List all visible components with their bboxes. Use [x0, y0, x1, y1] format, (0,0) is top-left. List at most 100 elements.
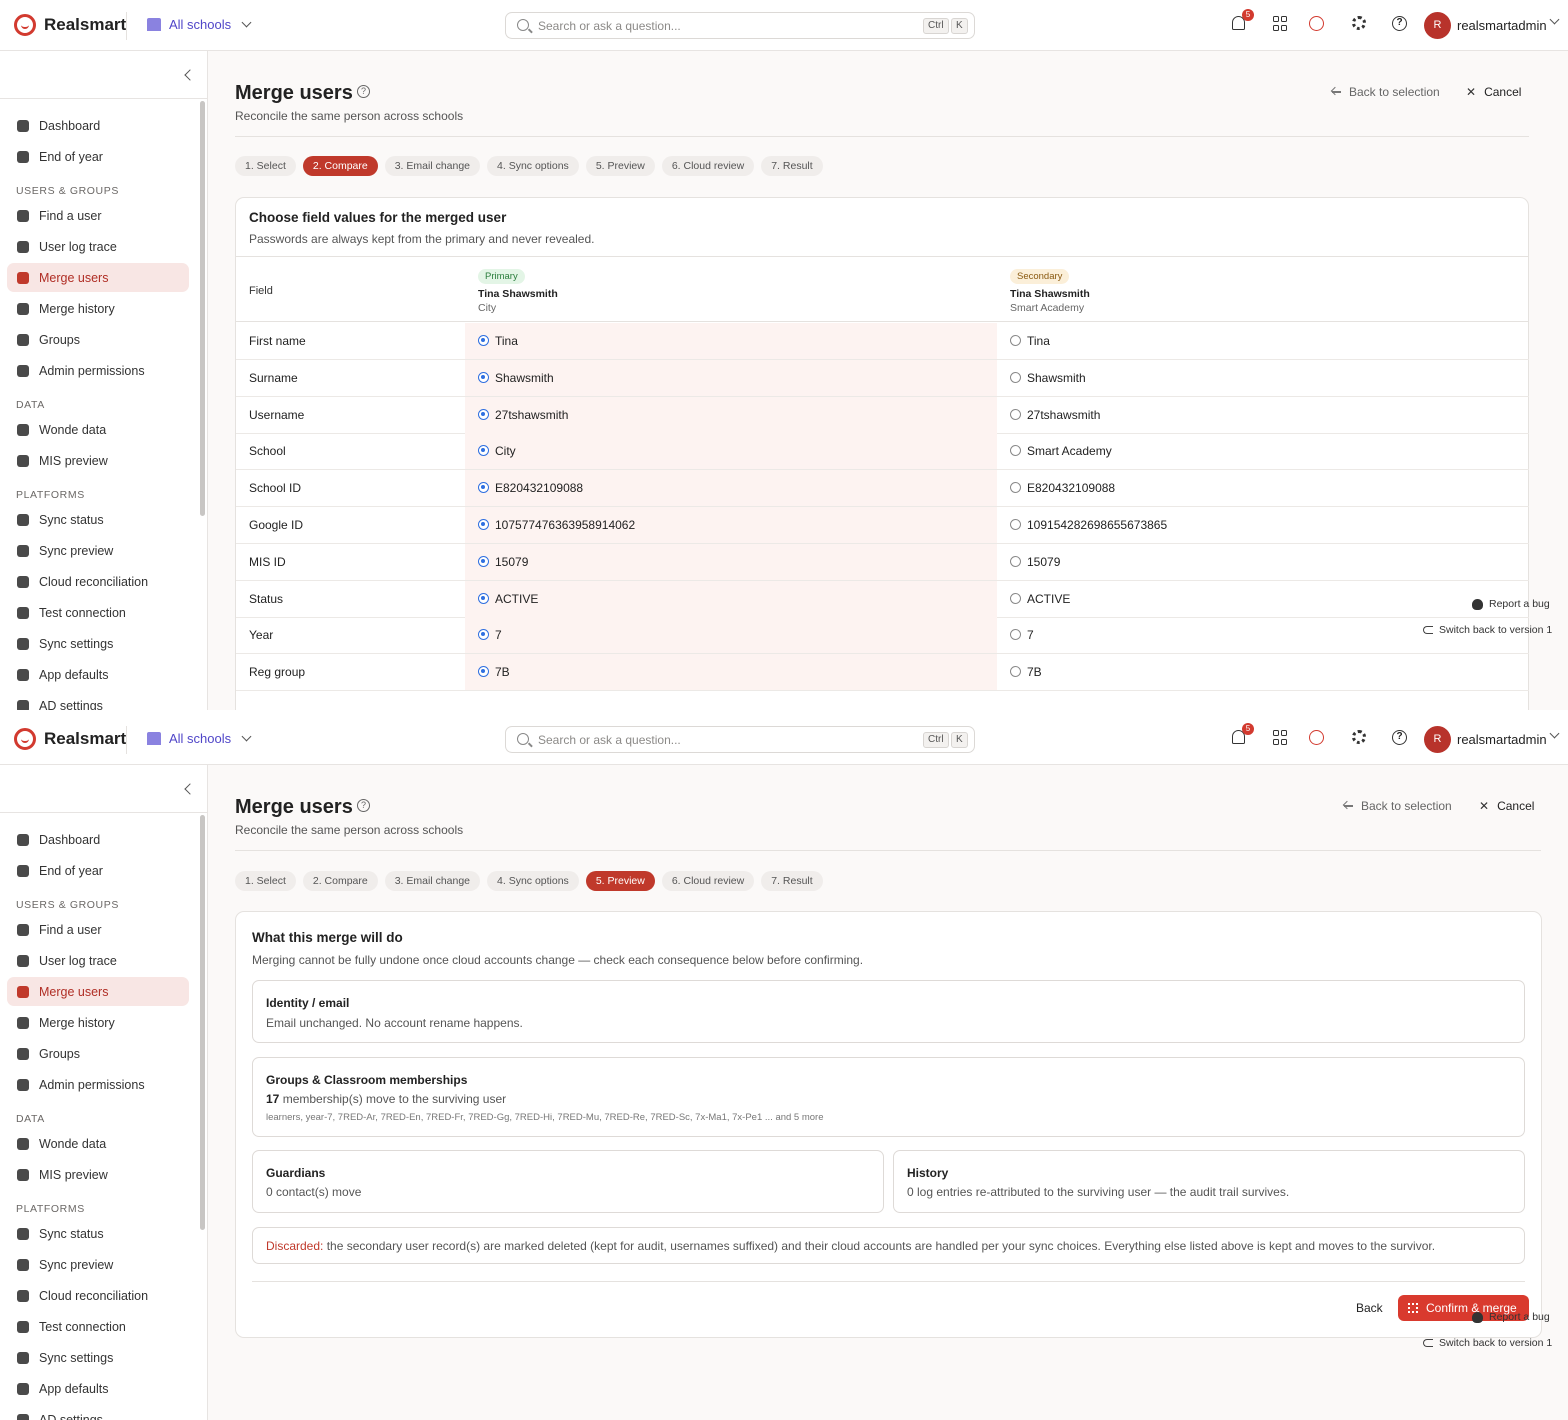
- sidebar-item-app-defaults[interactable]: App defaults: [7, 1374, 189, 1403]
- sidebar-item-merge-users[interactable]: Merge users: [7, 263, 189, 292]
- step-compare[interactable]: 2. Compare: [302, 156, 378, 176]
- step-result[interactable]: 7. Result: [761, 156, 823, 176]
- secondary-radio[interactable]: [1010, 555, 1021, 567]
- avatar[interactable]: R: [1424, 12, 1451, 39]
- user-name[interactable]: realsmartadmin: [1457, 732, 1547, 747]
- help-icon[interactable]: ?: [1392, 16, 1407, 31]
- primary-radio[interactable]: [478, 629, 489, 641]
- secondary-radio[interactable]: [1010, 408, 1021, 420]
- sidebar-item-end-of-year[interactable]: End of year: [7, 856, 189, 885]
- back-to-selection-link[interactable]: Back to selection: [1332, 85, 1440, 99]
- sidebar-item-sync-status[interactable]: Sync status: [7, 1219, 189, 1248]
- switch-version-button[interactable]: Switch back to version 1: [1423, 624, 1552, 636]
- sidebar-scrollbar[interactable]: [200, 101, 205, 516]
- primary-radio[interactable]: [478, 335, 489, 346]
- sidebar-item-dashboard[interactable]: Dashboard: [7, 111, 189, 140]
- primary-cell[interactable]: Tina: [465, 323, 997, 359]
- primary-radio[interactable]: [478, 519, 489, 530]
- sidebar-item-sync-status[interactable]: Sync status: [7, 505, 189, 534]
- sidebar-item-wonde-data[interactable]: Wonde data: [7, 1129, 189, 1158]
- help-circle-icon[interactable]: ?: [357, 85, 370, 98]
- back-to-selection-link[interactable]: Back to selection: [1344, 799, 1452, 813]
- step-email-change[interactable]: 3. Email change: [384, 156, 481, 176]
- sidebar-item-ad-settings[interactable]: AD settings: [7, 1405, 189, 1420]
- report-bug-button[interactable]: Report a bug: [1472, 598, 1550, 610]
- sidebar-item-user-log-trace[interactable]: User log trace: [7, 232, 189, 261]
- secondary-radio[interactable]: [1010, 666, 1021, 678]
- sidebar-item-sync-preview[interactable]: Sync preview: [7, 536, 189, 565]
- primary-radio[interactable]: [478, 555, 489, 567]
- search-bar[interactable]: Ctrl K: [505, 726, 975, 753]
- step-preview[interactable]: 5. Preview: [585, 156, 655, 176]
- back-button[interactable]: Back: [1356, 1301, 1383, 1315]
- sidebar-item-end-of-year[interactable]: End of year: [7, 142, 189, 171]
- sidebar-item-groups[interactable]: Groups: [7, 325, 189, 354]
- search-input[interactable]: [538, 17, 908, 35]
- secondary-radio[interactable]: [1010, 371, 1021, 383]
- primary-cell[interactable]: Shawsmith: [465, 359, 997, 396]
- logo[interactable]: Realsmart: [14, 14, 126, 36]
- user-menu-chevron-icon[interactable]: [1549, 14, 1560, 25]
- sidebar-item-mis-preview[interactable]: MIS preview: [7, 446, 189, 475]
- sidebar-item-find-user[interactable]: Find a user: [7, 915, 189, 944]
- apps-grid-icon[interactable]: [1273, 730, 1289, 746]
- sidebar-item-admin-permissions[interactable]: Admin permissions: [7, 356, 189, 385]
- step-select[interactable]: 1. Select: [235, 871, 296, 891]
- globe-icon[interactable]: [1309, 16, 1324, 31]
- sidebar-scrollbar[interactable]: [200, 815, 205, 1230]
- secondary-radio[interactable]: [1010, 629, 1021, 641]
- step-sync-options[interactable]: 4. Sync options: [487, 156, 579, 176]
- step-compare[interactable]: 2. Compare: [302, 871, 378, 891]
- sidebar-item-app-defaults[interactable]: App defaults: [7, 660, 189, 689]
- primary-radio[interactable]: [478, 371, 489, 383]
- sidebar-item-sync-preview[interactable]: Sync preview: [7, 1250, 189, 1279]
- sidebar-item-ad-settings[interactable]: AD settings: [7, 691, 189, 710]
- gear-icon[interactable]: [1352, 730, 1366, 744]
- step-email-change[interactable]: 3. Email change: [384, 871, 481, 891]
- primary-cell[interactable]: 7: [465, 617, 997, 654]
- sidebar-item-cloud-reconciliation[interactable]: Cloud reconciliation: [7, 1281, 189, 1310]
- sidebar-item-groups[interactable]: Groups: [7, 1039, 189, 1068]
- globe-icon[interactable]: [1309, 730, 1324, 745]
- help-icon[interactable]: ?: [1392, 730, 1407, 745]
- gear-icon[interactable]: [1352, 16, 1366, 30]
- avatar[interactable]: R: [1424, 726, 1451, 753]
- step-cloud-review[interactable]: 6. Cloud review: [661, 871, 755, 891]
- user-name[interactable]: realsmartadmin: [1457, 18, 1547, 33]
- search-input[interactable]: [538, 731, 908, 749]
- help-circle-icon[interactable]: ?: [357, 799, 370, 812]
- search-bar[interactable]: Ctrl K: [505, 12, 975, 39]
- step-sync-options[interactable]: 4. Sync options: [487, 871, 579, 891]
- sidebar-item-cloud-reconciliation[interactable]: Cloud reconciliation: [7, 567, 189, 596]
- collapse-sidebar-icon[interactable]: [184, 69, 196, 81]
- primary-radio[interactable]: [478, 482, 489, 494]
- primary-cell[interactable]: ACTIVE: [465, 580, 997, 617]
- primary-radio[interactable]: [478, 666, 489, 678]
- sidebar-item-user-log-trace[interactable]: User log trace: [7, 946, 189, 975]
- sidebar-item-test-connection[interactable]: Test connection: [7, 598, 189, 627]
- apps-grid-icon[interactable]: [1273, 16, 1289, 32]
- sidebar-item-test-connection[interactable]: Test connection: [7, 1312, 189, 1341]
- primary-cell[interactable]: 7B: [465, 654, 997, 691]
- primary-cell[interactable]: 107577476363958914062: [465, 507, 997, 543]
- sidebar-item-merge-history[interactable]: Merge history: [7, 294, 189, 323]
- sidebar-item-find-user[interactable]: Find a user: [7, 201, 189, 230]
- logo[interactable]: Realsmart: [14, 728, 126, 750]
- sidebar-item-merge-users[interactable]: Merge users: [7, 977, 189, 1006]
- sidebar-item-admin-permissions[interactable]: Admin permissions: [7, 1070, 189, 1099]
- sidebar-item-merge-history[interactable]: Merge history: [7, 1008, 189, 1037]
- collapse-sidebar-icon[interactable]: [184, 783, 196, 795]
- primary-radio[interactable]: [478, 445, 489, 457]
- school-selector[interactable]: All schools: [147, 17, 252, 32]
- cancel-link[interactable]: ✕ Cancel: [1466, 85, 1521, 99]
- sidebar-item-sync-settings[interactable]: Sync settings: [7, 1343, 189, 1372]
- sidebar-item-dashboard[interactable]: Dashboard: [7, 825, 189, 854]
- step-preview[interactable]: 5. Preview: [585, 871, 655, 891]
- secondary-radio[interactable]: [1010, 519, 1021, 530]
- sidebar-item-mis-preview[interactable]: MIS preview: [7, 1160, 189, 1189]
- primary-cell[interactable]: City: [465, 433, 997, 470]
- primary-radio[interactable]: [478, 592, 489, 604]
- primary-cell[interactable]: 15079: [465, 543, 997, 580]
- user-menu-chevron-icon[interactable]: [1549, 728, 1560, 739]
- sidebar-item-wonde-data[interactable]: Wonde data: [7, 415, 189, 444]
